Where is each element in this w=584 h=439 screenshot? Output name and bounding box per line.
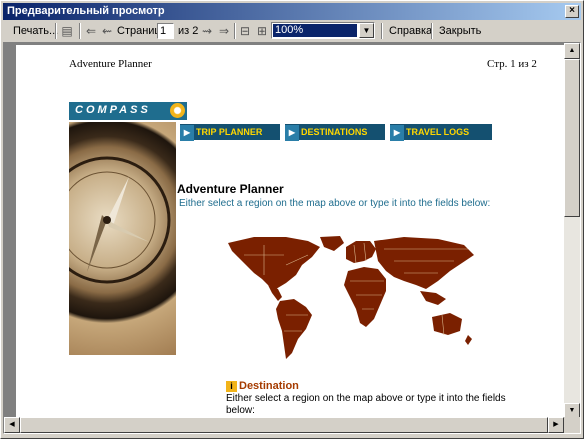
map-australia	[432, 313, 462, 335]
vertical-scroll-thumb[interactable]	[564, 59, 580, 217]
map-asia	[374, 237, 474, 289]
zoom-out-icon[interactable]: ⊟	[237, 23, 253, 39]
help-button[interactable]: Справка	[385, 21, 436, 41]
horizontal-scroll-thumb[interactable]	[20, 417, 548, 433]
nav-trip-planner[interactable]: ▶ TRIP PLANNER	[180, 124, 280, 141]
compass-logo: COMPASS	[69, 102, 187, 120]
title-bar: Предварительный просмотр ×	[3, 3, 581, 20]
nav-travel-logs[interactable]: ▶ TRAVEL LOGS	[390, 124, 492, 141]
flag-icon: ▶	[390, 125, 404, 141]
zoom-select[interactable]: 100% ▼	[271, 22, 375, 39]
prev-page-icon[interactable]: ⇜	[99, 23, 115, 39]
map-europe	[346, 241, 376, 263]
vertical-scrollbar[interactable]: ▲ ▼	[564, 43, 580, 419]
flag-icon: ▶	[180, 125, 194, 141]
info-icon: i	[226, 381, 237, 392]
page-number-input[interactable]: 1	[157, 23, 174, 39]
page-total: из 2	[178, 25, 199, 37]
toolbar-separator	[431, 23, 433, 39]
scroll-up-icon[interactable]: ▲	[564, 43, 580, 59]
nav-label: TRAVEL LOGS	[406, 127, 470, 137]
zoom-value: 100%	[273, 24, 357, 37]
horizontal-scrollbar[interactable]: ◀ ▶	[4, 417, 564, 433]
print-preview-window: Предварительный просмотр × Печать... ▤ ⇐…	[0, 0, 584, 439]
close-button[interactable]: Закрыть	[435, 21, 485, 41]
first-page-icon[interactable]: ⇐	[83, 23, 99, 39]
scroll-corner	[564, 417, 580, 433]
toolbar: Печать... ▤ ⇐ ⇜ Страница 1 из 2 ⇝ ⇒ ⊟ ⊞ …	[3, 21, 581, 41]
map-greenland	[320, 236, 344, 251]
toolbar-separator	[55, 23, 57, 39]
page-subtitle: Either select a region on the map above …	[179, 198, 491, 209]
window-title: Предварительный просмотр	[7, 5, 165, 17]
page-header-right: Стр. 1 из 2	[487, 58, 537, 70]
flag-icon: ▶	[285, 125, 299, 141]
nav-label: TRIP PLANNER	[196, 127, 263, 137]
nav-label: DESTINATIONS	[301, 127, 368, 137]
compass-needle	[43, 156, 171, 284]
world-map[interactable]	[224, 235, 480, 363]
close-window-button[interactable]: ×	[565, 5, 579, 18]
chevron-down-icon[interactable]: ▼	[359, 23, 374, 38]
last-page-icon[interactable]: ⇒	[216, 23, 232, 39]
map-africa	[344, 267, 386, 327]
toolbar-separator	[79, 23, 81, 39]
logo-text: COMPASS	[75, 104, 151, 116]
map-south-america	[276, 299, 312, 359]
print-preview-icon[interactable]: ▤	[59, 23, 75, 39]
destination-text: Either select a region on the map above …	[226, 393, 506, 416]
map-se-asia	[420, 291, 446, 305]
preview-page: Adventure Planner Стр. 1 из 2 COMPASS ▶ T…	[16, 45, 564, 421]
nav-destinations[interactable]: ▶ DESTINATIONS	[285, 124, 385, 141]
toolbar-separator	[381, 23, 383, 39]
compass-photo	[43, 122, 176, 355]
page-title: Adventure Planner	[177, 182, 284, 196]
next-page-icon[interactable]: ⇝	[199, 23, 215, 39]
toolbar-separator	[234, 23, 236, 39]
preview-viewport: Adventure Planner Стр. 1 из 2 COMPASS ▶ T…	[3, 42, 581, 434]
destination-title: Destination	[239, 380, 299, 392]
scroll-left-icon[interactable]: ◀	[4, 417, 20, 433]
scroll-right-icon[interactable]: ▶	[548, 417, 564, 433]
page-header-left: Adventure Planner	[69, 58, 152, 70]
compass-sun-icon	[170, 103, 185, 118]
map-new-zealand	[465, 335, 472, 345]
zoom-in-icon[interactable]: ⊞	[254, 23, 270, 39]
map-north-america	[228, 237, 320, 289]
